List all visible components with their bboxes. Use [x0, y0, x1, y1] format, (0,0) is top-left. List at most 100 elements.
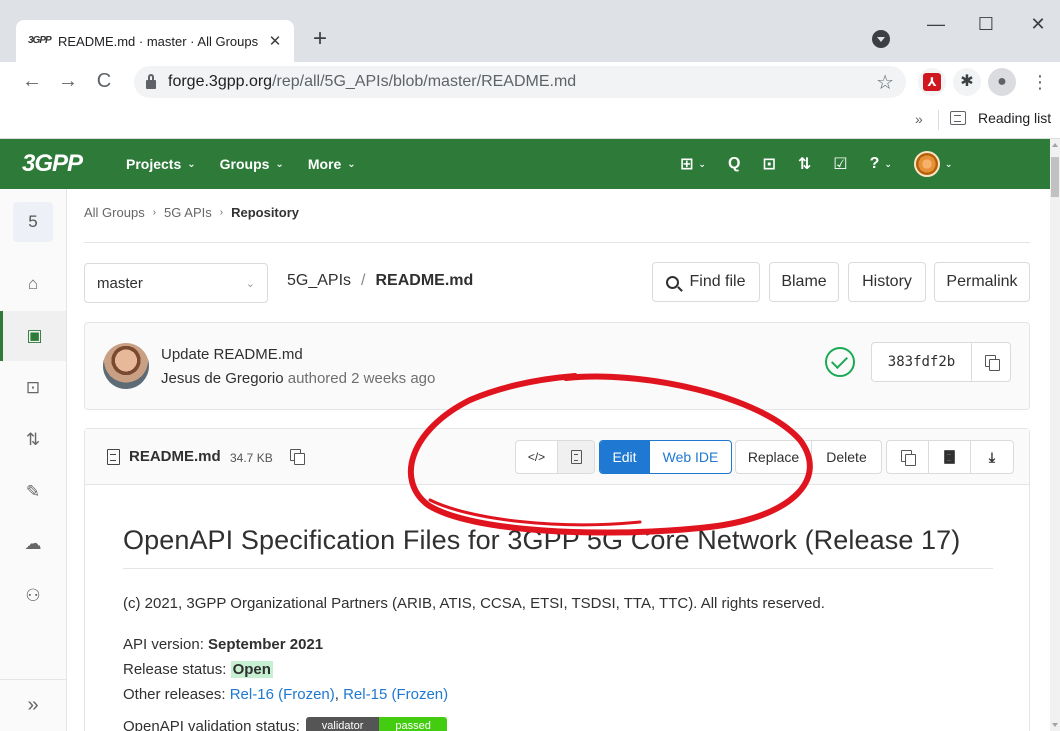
open-raw-button[interactable]	[929, 441, 971, 473]
display-source-button[interactable]: </>	[516, 441, 558, 473]
avatar	[913, 151, 940, 177]
copy-sha-button[interactable]	[972, 343, 1010, 381]
browser-menu-icon[interactable]: ⋮	[1026, 68, 1054, 96]
scroll-up-icon[interactable]	[1052, 143, 1058, 147]
divider	[84, 242, 1030, 243]
page-scrollbar[interactable]	[1050, 139, 1060, 731]
back-button[interactable]: ←	[16, 66, 48, 98]
browser-toolbar: ← → C forge.3gpp.org/rep/all/5G_APIs/blo…	[0, 62, 1060, 102]
pdf-extension-icon[interactable]: ⅄	[918, 68, 946, 96]
sidebar-project-avatar[interactable]: 5	[0, 197, 66, 247]
header-nav: Projects ⌄ Groups ⌄ More ⌄	[126, 156, 380, 172]
browser-tab[interactable]: 3GPP README.md · master · All Groups ✕	[16, 20, 294, 62]
breadcrumb-all-groups[interactable]: All Groups	[84, 205, 145, 220]
issues-icon[interactable]: ⊡	[762, 154, 775, 174]
bookmarks-overflow-button[interactable]: »	[915, 111, 923, 127]
issues-icon: ⊡	[25, 378, 41, 397]
readme-content: OpenAPI Specification Files for 3GPP 5G …	[123, 525, 993, 731]
new-tab-button[interactable]: +	[306, 26, 334, 54]
reading-list-label: Reading list	[978, 110, 1052, 126]
new-item-button[interactable]: ⊞ ⌄	[680, 154, 706, 174]
merge-requests-icon[interactable]: ⇅	[798, 154, 811, 174]
edit-button[interactable]: Edit	[600, 441, 650, 473]
blame-button[interactable]: Blame	[769, 262, 839, 302]
search-icon[interactable]: Q	[728, 155, 740, 173]
search-icon	[666, 275, 680, 289]
sidebar-item-repository[interactable]: ▣	[0, 311, 66, 361]
path-project-link[interactable]: 5G_APIs	[287, 272, 351, 289]
file-name: README.md	[129, 448, 221, 465]
repository-icon: ▣	[26, 326, 43, 345]
copy-contents-button[interactable]	[887, 441, 929, 473]
commit-author[interactable]: Jesus de Gregorio	[161, 370, 284, 387]
release-status-line: Release status: Open	[123, 661, 273, 678]
rel15-link[interactable]: Rel-15 (Frozen)	[343, 686, 448, 703]
reading-list-button[interactable]: Reading list	[950, 110, 1051, 126]
sidebar-item-home[interactable]: ⌂	[0, 259, 66, 309]
forward-button[interactable]: →	[52, 66, 84, 98]
sidebar-item-ci-cd[interactable]: ✎	[0, 467, 66, 517]
nav-projects[interactable]: Projects ⌄	[126, 156, 196, 172]
scrollbar-thumb[interactable]	[1051, 157, 1059, 197]
commit-message[interactable]: Update README.md	[161, 346, 303, 363]
scroll-down-icon[interactable]	[1052, 723, 1058, 727]
branch-name: master	[97, 274, 143, 292]
validation-badge[interactable]: validator passed	[305, 716, 447, 731]
replace-button[interactable]: Replace	[736, 441, 812, 473]
window-minimize-button[interactable]: —	[916, 14, 956, 35]
breadcrumb-5g-apis[interactable]: 5G APIs	[164, 205, 212, 220]
tab-search-icon[interactable]	[872, 30, 890, 48]
delete-button[interactable]: Delete	[812, 441, 881, 473]
breadcrumb-repository[interactable]: Repository	[231, 205, 299, 220]
branch-selector[interactable]: master ⌄	[84, 263, 268, 303]
find-file-button[interactable]: Find file	[652, 262, 760, 302]
file-path: 5G_APIs / README.md	[287, 272, 473, 290]
profile-icon[interactable]: ●	[988, 68, 1016, 96]
validation-status-line: OpenAPI validation status: validator pas…	[123, 714, 993, 731]
window-close-button[interactable]: ✕	[1018, 14, 1058, 35]
extensions-puzzle-icon[interactable]: ✱	[953, 68, 981, 96]
commit-sha[interactable]: 383fdf2b	[872, 343, 972, 381]
todos-icon[interactable]: ☑	[833, 154, 847, 174]
rel16-link[interactable]: Rel-16 (Frozen)	[230, 686, 335, 703]
file-blob: README.md 34.7 KB </> Edit Web IDE Repla…	[84, 428, 1030, 731]
readme-title: OpenAPI Specification Files for 3GPP 5G …	[123, 525, 993, 569]
web-ide-button[interactable]: Web IDE	[650, 441, 731, 473]
header-actions: ⊞ ⌄ Q ⊡ ⇅ ☑ ? ⌄ ⌄	[680, 139, 974, 189]
reload-button[interactable]: C	[88, 66, 120, 98]
nav-more[interactable]: More ⌄	[308, 156, 356, 172]
commit-time: authored 2 weeks ago	[287, 370, 436, 387]
bookmarks-bar: » Reading list	[0, 102, 1060, 139]
3gpp-logo[interactable]: 3GPP	[0, 139, 90, 189]
api-version-value: September 2021	[208, 636, 324, 653]
file-actions-group: ⤓	[886, 440, 1014, 474]
address-bar[interactable]: forge.3gpp.org/rep/all/5G_APIs/blob/mast…	[134, 66, 906, 98]
help-button[interactable]: ? ⌄	[870, 155, 892, 173]
display-rendered-button[interactable]	[558, 441, 594, 473]
history-button[interactable]: History	[848, 262, 926, 302]
pipeline-passed-icon[interactable]	[825, 347, 855, 377]
file-icon	[570, 450, 582, 464]
sidebar-item-issues[interactable]: ⊡	[0, 363, 66, 413]
download-button[interactable]: ⤓	[971, 441, 1013, 473]
sidebar-item-members[interactable]: ⚇	[0, 571, 66, 621]
chevron-down-icon: ⌄	[245, 277, 255, 290]
file-size: 34.7 KB	[230, 451, 273, 465]
lock-icon[interactable]	[146, 73, 156, 89]
sidebar-item-operations[interactable]: ☁	[0, 519, 66, 569]
sidebar-item-merge-requests[interactable]: ⇅	[0, 415, 66, 465]
raw-file-icon	[944, 450, 955, 464]
nav-groups[interactable]: Groups ⌄	[220, 156, 284, 172]
chevron-down-icon: ⌄	[275, 158, 284, 170]
browser-tab-strip: 3GPP README.md · master · All Groups ✕ +…	[0, 0, 1060, 62]
rocket-icon: ✎	[25, 482, 41, 501]
tab-close-icon[interactable]: ✕	[266, 32, 284, 50]
permalink-button[interactable]: Permalink	[934, 262, 1030, 302]
bookmark-star-icon[interactable]: ☆	[876, 70, 894, 95]
user-menu-button[interactable]: ⌄	[913, 151, 952, 177]
release-status-value: Open	[230, 661, 273, 678]
avatar[interactable]	[103, 343, 149, 389]
window-maximize-button[interactable]: ☐	[966, 14, 1006, 35]
sidebar-collapse-button[interactable]: »	[0, 679, 66, 731]
copy-icon	[901, 450, 916, 466]
